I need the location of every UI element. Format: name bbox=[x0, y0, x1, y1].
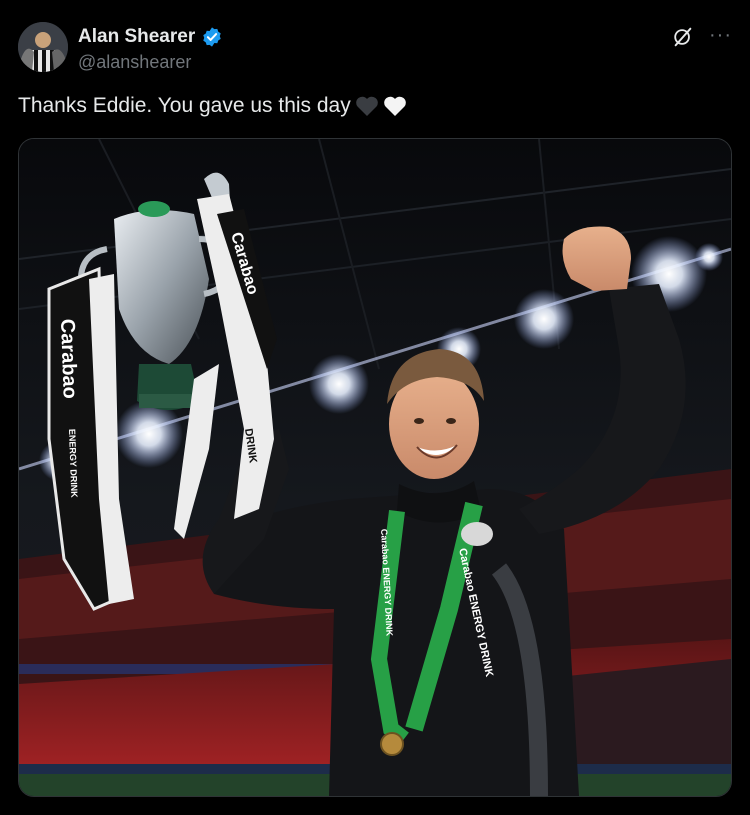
white-heart-icon bbox=[383, 95, 407, 117]
display-name[interactable]: Alan Shearer bbox=[78, 26, 195, 48]
black-heart-icon bbox=[355, 95, 379, 117]
handle[interactable]: @alanshearer bbox=[78, 52, 191, 73]
avatar[interactable] bbox=[18, 22, 68, 72]
ribbon-brand-left: Carabao bbox=[56, 318, 81, 399]
name-row: Alan Shearer bbox=[78, 26, 223, 48]
verified-badge-icon bbox=[201, 26, 223, 48]
tweet-body: Thanks Eddie. You gave us this day bbox=[18, 94, 351, 117]
tweet-text: Thanks Eddie. You gave us this day bbox=[18, 94, 407, 118]
tweet-header: Alan Shearer @alanshearer ··· bbox=[18, 22, 732, 76]
tweet-photo[interactable]: Carabao ENERGY DRINK Carabao ENERGY DRIN… bbox=[18, 138, 732, 797]
grok-icon[interactable] bbox=[672, 26, 694, 48]
more-options-icon[interactable]: ··· bbox=[709, 24, 732, 47]
